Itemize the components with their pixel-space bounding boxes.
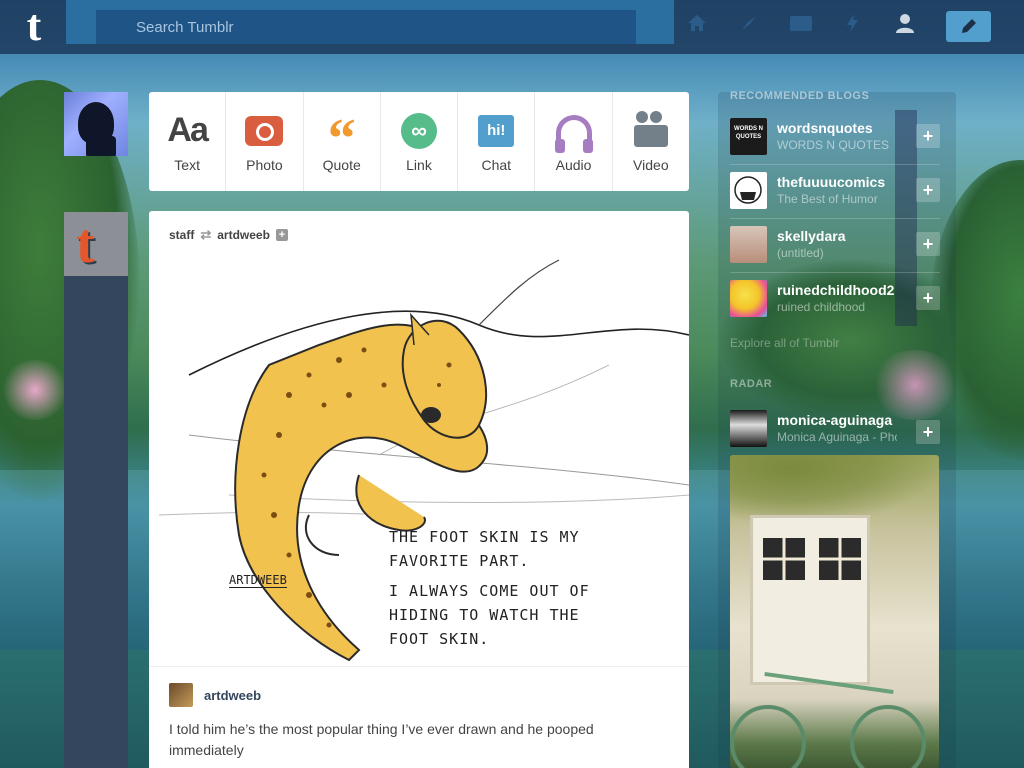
bicycle-wheel <box>730 705 806 768</box>
post-type-label: Quote <box>322 156 361 173</box>
artwork-handwritten-text: THE FOOT SKIN IS MY FAVORITE PART. I ALW… <box>389 525 679 651</box>
account-icon[interactable] <box>892 12 918 38</box>
home-icon[interactable] <box>684 12 710 38</box>
blog-subtitle: Monica Aguinaga - Photography <box>777 430 897 444</box>
follow-plus-icon[interactable]: + <box>916 178 940 202</box>
blossom-left <box>0 360 70 420</box>
follow-plus-icon[interactable]: + <box>916 124 940 148</box>
explore-link[interactable]: Explore all of Tumblr <box>730 336 839 350</box>
caption-text: I told him he’s the most popular thing I… <box>169 721 594 758</box>
artwork-line: FAVORITE PART. <box>389 552 530 570</box>
blog-name[interactable]: ruinedchildhood2 <box>777 282 894 298</box>
avatar-silhouette-neck <box>86 136 116 156</box>
radar-blog[interactable]: monica-aguinaga Monica Aguinaga - Photog… <box>730 410 940 448</box>
blog-avatar <box>730 410 767 447</box>
post-type-label: Video <box>633 156 669 173</box>
artwork-line: FOOT SKIN. <box>389 630 490 648</box>
post-type-label: Link <box>406 156 432 173</box>
search-input[interactable] <box>96 10 636 44</box>
post-type-video[interactable]: Video <box>613 92 689 191</box>
artwork-line: I ALWAYS COME OUT OF <box>389 582 590 600</box>
user-avatar[interactable] <box>64 92 128 156</box>
post-type-text[interactable]: Aa Text <box>149 92 227 191</box>
divider <box>730 218 940 219</box>
author-link[interactable]: artdweeb <box>217 228 270 242</box>
door-window <box>763 538 805 580</box>
post-artwork[interactable]: THE FOOT SKIN IS MY FAVORITE PART. I ALW… <box>149 255 689 667</box>
dashboard-post: staff ⇄ artdweeb + THE FOOT SKIN IS MY F… <box>149 211 689 768</box>
tumblr-logo[interactable]: t <box>14 4 54 50</box>
left-column <box>64 212 128 768</box>
rage-face-icon <box>734 176 762 204</box>
nav-icons <box>684 12 918 38</box>
chat-icon: hi! <box>478 114 515 147</box>
blog-subtitle: The Best of Humor <box>777 192 878 206</box>
reblog-icon: ⇄ <box>200 227 212 242</box>
post-type-chat[interactable]: hi! Chat <box>458 92 536 191</box>
post-type-link[interactable]: ∞ Link <box>381 92 459 191</box>
divider <box>730 272 940 273</box>
compose-button[interactable] <box>946 11 991 42</box>
divider <box>730 164 940 165</box>
link-icon: ∞ <box>400 112 437 149</box>
post-type-label: Audio <box>555 156 592 173</box>
follow-plus-icon[interactable]: + <box>275 229 288 241</box>
camera-icon <box>245 115 284 146</box>
blog-name[interactable]: monica-aguinaga <box>777 412 892 428</box>
artwork-line: HIDING TO WATCH THE <box>389 606 580 624</box>
follow-plus-icon[interactable]: + <box>916 420 940 444</box>
recommended-blog[interactable]: skellydara (untitled) + <box>730 226 940 264</box>
pencil-icon <box>961 19 976 33</box>
video-camera-icon <box>633 110 668 147</box>
radar-title: RADAR <box>730 378 773 390</box>
door-window <box>819 538 861 580</box>
post-type-label: Photo <box>246 156 283 173</box>
radar-post-image[interactable] <box>730 455 939 768</box>
quote-icon: “ <box>327 107 356 170</box>
artwork-line: THE FOOT SKIN IS MY <box>389 528 580 546</box>
blog-name[interactable]: thefuuuucomics <box>777 174 885 190</box>
headphones-icon <box>554 114 593 153</box>
top-navigation-bar: t <box>0 0 1024 54</box>
blog-subtitle: (untitled) <box>777 246 824 260</box>
recommended-blog[interactable]: ruinedchildhood2 ruined childhood + <box>730 280 940 318</box>
post-type-quote[interactable]: “ Quote <box>304 92 381 191</box>
inbox-icon[interactable] <box>788 12 814 38</box>
blog-name[interactable]: wordsnquotes <box>777 120 873 136</box>
staff-avatar[interactable]: t <box>64 212 128 276</box>
staff-avatar-logo: t <box>76 213 95 275</box>
blog-avatar <box>730 172 767 209</box>
follow-plus-icon[interactable]: + <box>916 232 940 256</box>
recommended-blog[interactable]: WORDS N QUOTES wordsnquotes WORDS N QUOT… <box>730 118 940 156</box>
post-type-photo[interactable]: Photo <box>226 92 304 191</box>
post-header: staff ⇄ artdweeb + <box>169 227 288 243</box>
post-type-label: Chat <box>481 156 512 173</box>
blog-avatar <box>730 280 767 317</box>
lightning-icon[interactable] <box>840 12 866 38</box>
search-container <box>66 0 674 44</box>
caption-username[interactable]: artdweeb <box>204 688 261 703</box>
post-type-label: Text <box>174 156 200 173</box>
blog-avatar <box>730 226 767 263</box>
post-type-audio[interactable]: Audio <box>535 92 613 191</box>
blog-subtitle: WORDS N QUOTES <box>777 138 890 152</box>
text-icon: Aa <box>167 111 208 149</box>
caption-avatar[interactable] <box>169 683 193 707</box>
blog-name[interactable]: skellydara <box>777 228 846 244</box>
artwork-signature: ARTDWEEB <box>229 573 287 588</box>
recommended-blogs-title: RECOMMENDED BLOGS <box>730 90 870 102</box>
recommended-blog[interactable]: thefuuuucomics The Best of Humor + <box>730 172 940 210</box>
reblogger-link[interactable]: staff <box>169 228 194 242</box>
follow-plus-icon[interactable]: + <box>916 286 940 310</box>
compass-icon[interactable] <box>736 12 762 38</box>
blog-avatar: WORDS N QUOTES <box>730 118 767 155</box>
post-composer: Aa Text Photo “ Quote ∞ Link hi! Chat Au… <box>149 92 689 191</box>
bicycle-wheel <box>850 705 926 768</box>
blog-subtitle: ruined childhood <box>777 300 866 314</box>
white-door <box>750 515 870 685</box>
